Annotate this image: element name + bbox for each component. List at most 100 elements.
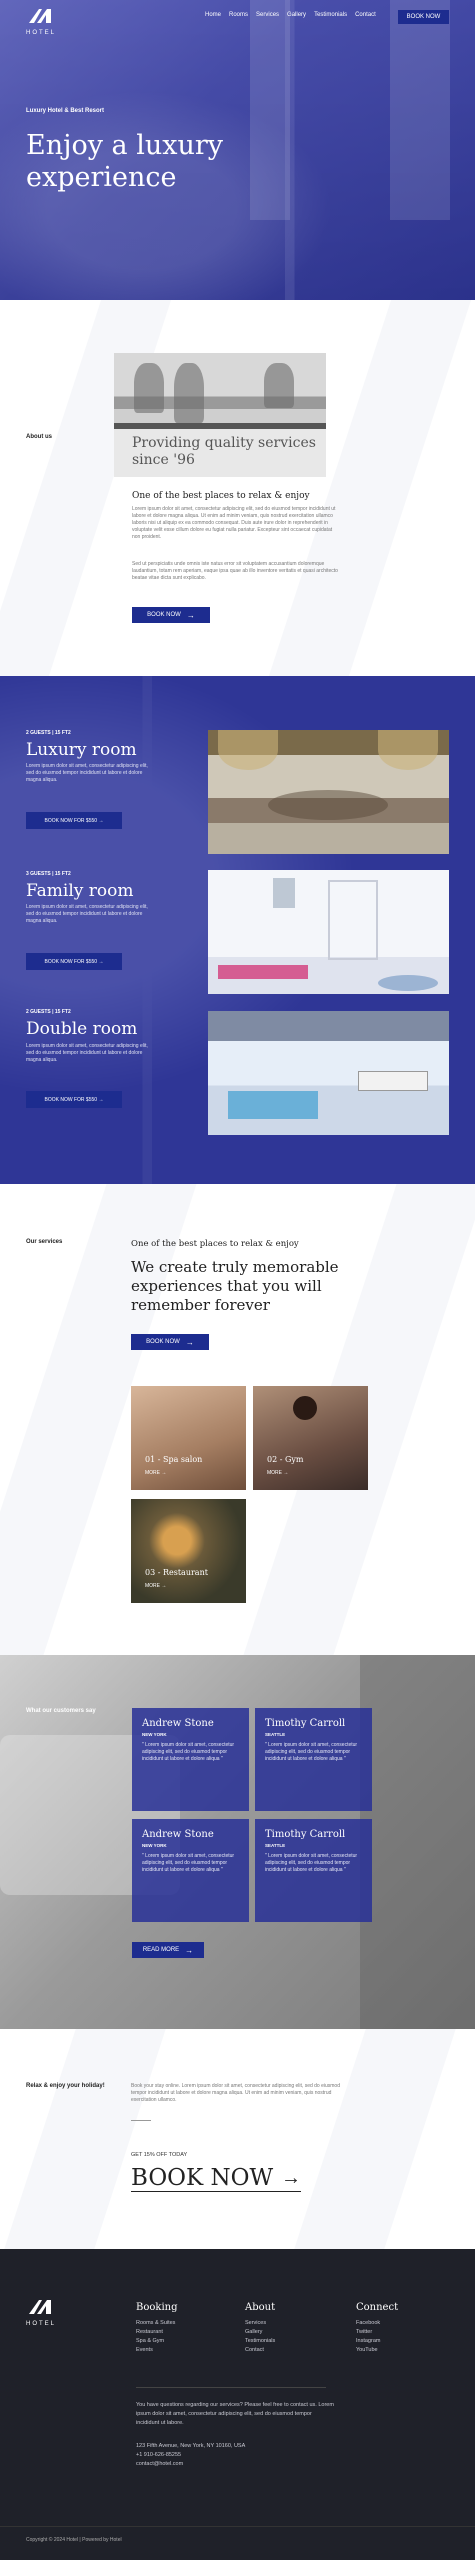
logo-text: HOTEL xyxy=(26,30,57,36)
service-more-link[interactable]: MORE → xyxy=(145,1470,166,1476)
cta-label: Relax & enjoy your holiday! xyxy=(26,2083,105,2089)
copyright: Copyright © 2024 Hotel | Powered by Hote… xyxy=(26,2537,122,2543)
image-bench-decor xyxy=(218,965,308,979)
testimonial-name: Andrew Stone xyxy=(142,1829,214,1840)
arrow-right-icon: → xyxy=(98,958,104,965)
testimonial-name: Timothy Carroll xyxy=(265,1829,346,1840)
background-stripe xyxy=(294,2029,456,2249)
room-description: Lorem ipsum dolor sit amet, consectetur … xyxy=(26,1043,148,1063)
background-stripe xyxy=(4,2029,166,2249)
image-frame-decor xyxy=(273,878,295,908)
background-wall-decor xyxy=(360,1655,475,2029)
testimonial-city: NEW YORK xyxy=(142,1843,167,1848)
testimonial-card: Timothy Carroll SEATTLE " Lorem ipsum do… xyxy=(255,1819,372,1922)
nav-testimonials[interactable]: Testimonials xyxy=(314,12,347,18)
service-more-label: MORE xyxy=(267,1470,282,1476)
room-image-double xyxy=(208,1011,449,1135)
service-card-restaurant[interactable]: 03 - Restaurant MORE → xyxy=(131,1499,246,1603)
service-card-gym[interactable]: 02 - Gym MORE → xyxy=(253,1386,368,1490)
services-label: Our services xyxy=(26,1239,63,1245)
footer-link[interactable]: YouTube xyxy=(356,2346,398,2355)
footer-link[interactable]: Spa & Gym xyxy=(136,2337,178,2346)
about-subtitle: One of the best places to relax & enjoy xyxy=(132,491,310,501)
about-label: About us xyxy=(26,434,52,440)
about-image-title: Providing quality services since '96 xyxy=(132,435,316,468)
room-book-label: BOOK NOW FOR $550 xyxy=(44,958,98,965)
footer-logo[interactable]: HOTEL xyxy=(26,2299,56,2327)
nav-services[interactable]: Services xyxy=(256,12,279,18)
service-caption: 03 - Restaurant xyxy=(145,1568,208,1577)
testimonial-name: Andrew Stone xyxy=(142,1718,214,1729)
room-book-label: BOOK NOW FOR $550 xyxy=(44,1096,98,1103)
image-table-decor xyxy=(268,790,388,820)
services-book-label: BOOK NOW xyxy=(146,1339,180,1345)
arrow-right-icon: → xyxy=(185,1945,194,1955)
room-description: Lorem ipsum dolor sit amet, consectetur … xyxy=(26,763,148,783)
room-book-label: BOOK NOW FOR $550 xyxy=(44,817,98,824)
room-image-luxury xyxy=(208,730,449,854)
image-curtain-decor xyxy=(218,730,278,770)
footer-link[interactable]: Events xyxy=(136,2346,178,2355)
image-sofa-decor xyxy=(228,1091,318,1119)
cta-book-link[interactable]: BOOK NOW → xyxy=(131,2165,301,2192)
image-tree-decor xyxy=(264,363,294,408)
divider xyxy=(131,2120,151,2121)
footer-link[interactable]: Rooms & Suites xyxy=(136,2319,178,2328)
image-pier-decor xyxy=(114,423,326,429)
read-more-button[interactable]: READ MORE → xyxy=(132,1942,204,1958)
service-caption: 02 - Gym xyxy=(267,1455,304,1464)
arrow-right-icon: → xyxy=(161,1470,167,1476)
arrow-right-icon: → xyxy=(98,817,104,824)
arrow-right-icon: → xyxy=(185,1337,194,1347)
service-card-spa[interactable]: 01 - Spa salon MORE → xyxy=(131,1386,246,1490)
footer-link[interactable]: Gallery xyxy=(245,2328,275,2337)
image-rug-decor xyxy=(378,975,438,991)
image-door-decor xyxy=(328,880,378,960)
image-person-decor xyxy=(293,1396,317,1420)
footer-phone[interactable]: +1 910-626-85255 xyxy=(136,2451,181,2460)
testimonial-quote: " Lorem ipsum dolor sit amet, consectetu… xyxy=(265,1742,358,1762)
divider xyxy=(136,2387,326,2388)
service-more-link[interactable]: MORE → xyxy=(145,1583,166,1589)
footer-col-about: About Services Gallery Testimonials Cont… xyxy=(245,2302,275,2355)
nav-gallery[interactable]: Gallery xyxy=(287,12,306,18)
about-book-label: BOOK NOW xyxy=(147,612,181,618)
room-book-button[interactable]: BOOK NOW FOR $550 → xyxy=(26,812,122,829)
nav-book-button[interactable]: BOOK NOW xyxy=(398,10,449,24)
footer-link[interactable]: Facebook xyxy=(356,2319,398,2328)
footer-logo-text: HOTEL xyxy=(26,2321,57,2327)
footer-col-title: Connect xyxy=(356,2302,399,2313)
footer-link[interactable]: Services xyxy=(245,2319,275,2328)
about-book-button[interactable]: BOOK NOW → xyxy=(132,607,210,623)
testimonial-card: Andrew Stone NEW YORK " Lorem ipsum dolo… xyxy=(132,1819,249,1922)
room-guests-tag: 2 GUESTS | 15 FT2 xyxy=(26,1009,71,1015)
logo-icon xyxy=(29,2300,51,2314)
nav-contact[interactable]: Contact xyxy=(355,12,376,18)
nav-book-label: BOOK NOW xyxy=(406,14,441,20)
footer-link[interactable]: Contact xyxy=(245,2346,275,2355)
footer-note: You have questions regarding our service… xyxy=(136,2402,334,2426)
footer-link[interactable]: Instagram xyxy=(356,2337,398,2346)
footer-col-title: Booking xyxy=(136,2302,178,2313)
testimonial-quote: " Lorem ipsum dolor sit amet, consectetu… xyxy=(142,1742,235,1762)
footer-link[interactable]: Twitter xyxy=(356,2328,398,2337)
arrow-right-icon: → xyxy=(281,2166,301,2189)
hero-section: HOTEL Home Rooms Services Gallery Testim… xyxy=(0,0,475,300)
service-more-link[interactable]: MORE → xyxy=(267,1470,288,1476)
cta-book-label: BOOK NOW xyxy=(131,2165,274,2191)
footer-col-connect: Connect Facebook Twitter Instagram YouTu… xyxy=(356,2302,398,2355)
footer-col-booking: Booking Rooms & Suites Restaurant Spa & … xyxy=(136,2302,178,2355)
testimonial-quote: " Lorem ipsum dolor sit amet, consectetu… xyxy=(142,1853,235,1873)
image-window-decor xyxy=(208,1011,449,1041)
footer-link[interactable]: Testimonials xyxy=(245,2337,275,2346)
nav-rooms[interactable]: Rooms xyxy=(229,12,248,18)
footer-email[interactable]: contact@hotel.com xyxy=(136,2460,183,2469)
room-book-button[interactable]: BOOK NOW FOR $550 → xyxy=(26,1091,122,1108)
logo[interactable]: HOTEL xyxy=(26,8,56,36)
room-book-button[interactable]: BOOK NOW FOR $550 → xyxy=(26,953,122,970)
image-table-decor xyxy=(358,1071,428,1091)
footer: HOTEL Booking Rooms & Suites Restaurant … xyxy=(0,2249,475,2560)
nav-home[interactable]: Home xyxy=(205,12,221,18)
footer-link[interactable]: Restaurant xyxy=(136,2328,178,2337)
services-book-button[interactable]: BOOK NOW → xyxy=(131,1334,209,1350)
